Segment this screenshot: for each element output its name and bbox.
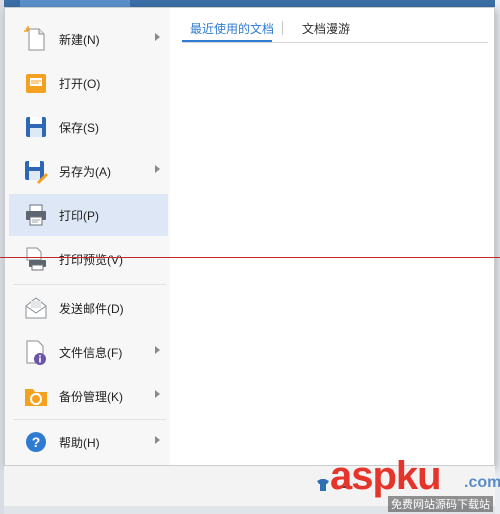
menu-item-save-as[interactable]: 另存为(A) — [9, 150, 168, 192]
file-info-icon — [23, 339, 49, 365]
title-tab-strip — [20, 0, 130, 7]
file-menu-panel: 新建(N) 打开(O) 保存(S) 另存为(A) 打印(P) 打印预览(V) 发… — [4, 7, 495, 466]
svg-text:?: ? — [32, 434, 41, 450]
menu-item-help[interactable]: ? 帮助(H) — [9, 421, 168, 463]
watermark-subtitle: 免费网站源码下载站 — [388, 496, 493, 512]
new-doc-icon — [23, 26, 49, 52]
active-tab-underline — [182, 40, 272, 42]
menu-item-label: 另存为(A) — [59, 165, 111, 179]
menu-item-send-email[interactable]: 发送邮件(D) — [9, 287, 168, 329]
print-preview-icon — [23, 246, 49, 272]
help-icon: ? — [23, 429, 49, 455]
chevron-right-icon — [155, 436, 160, 444]
menu-item-open[interactable]: 打开(O) — [9, 62, 168, 104]
menu-item-save[interactable]: 保存(S) — [9, 106, 168, 148]
tab-document-roaming[interactable]: 文档漫游 — [302, 20, 350, 37]
chevron-right-icon — [155, 165, 160, 173]
menu-item-label: 新建(N) — [59, 33, 100, 47]
document-edge-text — [495, 100, 500, 430]
menu-item-print[interactable]: 打印(P) — [9, 194, 168, 236]
menu-item-label: 打开(O) — [59, 77, 101, 91]
email-icon — [23, 295, 49, 321]
menu-item-file-info[interactable]: 文件信息(F) — [9, 331, 168, 373]
save-icon — [23, 114, 49, 140]
open-folder-icon — [23, 70, 49, 96]
backup-icon — [23, 383, 49, 409]
recent-documents-panel: 最近使用的文档 文档漫游 — [170, 8, 494, 465]
watermark-logo: aspku .com 免费网站源码下载站 — [316, 454, 500, 514]
save-as-icon — [23, 158, 49, 184]
tab-divider — [282, 21, 283, 35]
chevron-right-icon — [155, 346, 160, 354]
file-menu-list: 新建(N) 打开(O) 保存(S) 另存为(A) 打印(P) 打印预览(V) 发… — [5, 8, 169, 465]
menu-item-backup[interactable]: 备份管理(K) — [9, 375, 168, 417]
tab-recent-documents[interactable]: 最近使用的文档 — [190, 20, 274, 37]
content-tabs: 最近使用的文档 文档漫游 — [182, 18, 488, 43]
title-bar-strip — [0, 0, 500, 7]
red-guide-line — [0, 257, 500, 258]
menu-item-print-preview[interactable]: 打印预览(V) — [9, 238, 168, 280]
chevron-right-icon — [155, 390, 160, 398]
watermark-brand: aspku — [330, 454, 442, 498]
menu-item-label: 打印预览(V) — [59, 253, 123, 267]
menu-item-label: 文件信息(F) — [59, 346, 123, 360]
menu-item-label: 打印(P) — [59, 209, 99, 223]
menu-separator — [13, 419, 166, 420]
menu-item-label: 保存(S) — [59, 121, 99, 135]
menu-item-label: 发送邮件(D) — [59, 302, 124, 316]
chevron-right-icon — [155, 33, 160, 41]
menu-item-new[interactable]: 新建(N) — [9, 18, 168, 60]
print-icon — [23, 202, 49, 228]
menu-item-label: 备份管理(K) — [59, 390, 123, 404]
menu-item-label: 帮助(H) — [59, 436, 100, 450]
shirt-icon — [316, 478, 330, 492]
watermark-domain-suffix: .com — [464, 474, 500, 491]
menu-separator — [13, 284, 166, 285]
